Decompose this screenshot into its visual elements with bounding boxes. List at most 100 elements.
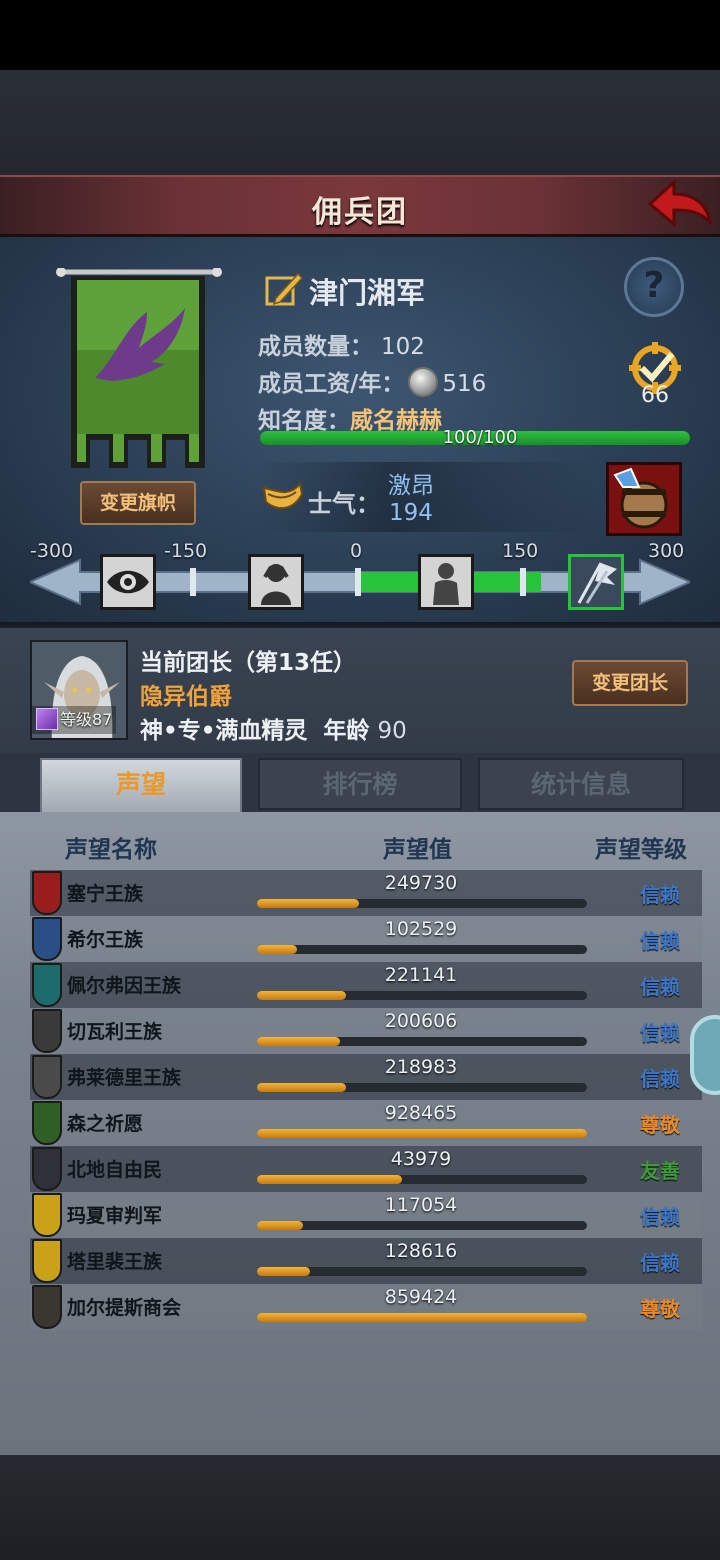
horn-icon (260, 480, 304, 516)
faction-emblem-icon (32, 1009, 62, 1053)
scale-tick-label: 0 (350, 540, 363, 562)
reputation-bar (257, 1313, 587, 1322)
reputation-bar-fill (257, 899, 360, 908)
table-row[interactable]: 北地自由民 43979 友善 (30, 1146, 702, 1192)
reputation-value: 43979 (390, 1148, 452, 1170)
reputation-bar (257, 1267, 587, 1276)
faction-emblem-icon (32, 1285, 62, 1329)
reputation-bar-fill (257, 945, 297, 954)
table-row[interactable]: 塔里裴王族 128616 信赖 (30, 1238, 702, 1284)
reputation-level: 信赖 (640, 1251, 680, 1275)
scale-tick-label: 300 (648, 540, 685, 562)
reputation-bar-fill (257, 1221, 304, 1230)
help-icon[interactable]: ? (624, 257, 684, 317)
col-header-value: 声望值 (383, 837, 452, 863)
table-row[interactable]: 加尔提斯商会 859424 尊敬 (30, 1284, 702, 1330)
leader-age-value: 90 (377, 718, 407, 744)
table-row[interactable]: 森之祈愿 928465 尊敬 (30, 1100, 702, 1146)
reputation-bar (257, 1221, 587, 1230)
reputation-bar-fill (257, 1037, 340, 1046)
reputation-bar-fill (257, 991, 347, 1000)
faction-emblem-icon (32, 1101, 62, 1145)
wage-label: 成员工资/年： (258, 371, 405, 397)
faction-name: 北地自由民 (67, 1159, 163, 1181)
reputation-level: 信赖 (640, 1021, 680, 1045)
reputation-level: 信赖 (640, 975, 680, 999)
reputation-value: 218983 (384, 1056, 458, 1078)
faction-name: 森之祈愿 (67, 1113, 144, 1135)
leader-race-age: 神•专•满血精灵 年龄 90 (140, 711, 407, 745)
col-header-level: 声望等级 (595, 837, 687, 863)
reputation-level: 尊敬 (640, 1297, 680, 1321)
silver-coin-icon (408, 367, 439, 397)
morale-scale: -300 -150 0 150 300 (30, 540, 690, 620)
reputation-value: 249730 (384, 872, 458, 894)
reputation-level: 信赖 (640, 1205, 680, 1229)
change-flag-button[interactable]: 变更旗帜 (80, 481, 196, 525)
banner-charge-icon[interactable] (568, 554, 624, 610)
faction-name: 塞宁王族 (67, 883, 144, 905)
class-gem-icon (36, 708, 58, 730)
top-dark-band (0, 70, 720, 175)
reputation-value: 200606 (384, 1010, 458, 1032)
legion-name: 津门湘军 (309, 276, 426, 310)
faction-emblem-icon (32, 917, 62, 961)
fame-progress-text: 100/100 (442, 427, 518, 448)
barrel-icon[interactable] (606, 462, 682, 536)
faction-name: 希尔王族 (67, 929, 144, 951)
reputation-value: 128616 (384, 1240, 458, 1262)
despair-figure-icon[interactable] (248, 554, 304, 610)
title-bar: 佣兵团 (0, 175, 720, 237)
reputation-bar-fill (257, 1313, 587, 1322)
members-row: 成员数量： 102 (258, 327, 425, 361)
reputation-bar (257, 1129, 587, 1138)
status-bar-area (0, 0, 720, 70)
morale-label: 士气： (308, 490, 380, 518)
faction-name: 切瓦利王族 (67, 1021, 163, 1043)
reputation-bar-fill (257, 1129, 587, 1138)
eye-icon[interactable] (100, 554, 156, 610)
edit-name-icon[interactable] (264, 270, 304, 308)
side-float-button[interactable] (690, 1015, 720, 1095)
scale-tick-label: -150 (164, 540, 208, 562)
faction-name: 佩尔弗因王族 (67, 975, 182, 997)
reputation-bar-fill (257, 1175, 403, 1184)
bottom-band (0, 1455, 720, 1560)
faction-emblem-icon (32, 1239, 62, 1283)
faction-name: 玛夏审判军 (67, 1205, 163, 1227)
faction-emblem-icon (32, 871, 62, 915)
leader-name: 隐异伯爵 (140, 684, 232, 710)
reputation-level: 信赖 (640, 883, 680, 907)
tab-statistics[interactable]: 统计信息 (478, 758, 684, 810)
reputation-bar (257, 945, 587, 954)
reputation-level: 尊敬 (640, 1113, 680, 1137)
members-value: 102 (381, 334, 425, 360)
reputation-level: 信赖 (640, 929, 680, 953)
calm-figure-icon[interactable] (418, 554, 474, 610)
reputation-bar (257, 1083, 587, 1092)
leader-heading: 当前团长（第13任） (140, 650, 357, 676)
table-row[interactable]: 弗莱德里王族 218983 信赖 (30, 1054, 702, 1100)
reputation-bar (257, 1175, 587, 1184)
reputation-value: 928465 (384, 1102, 458, 1124)
reputation-level: 信赖 (640, 1067, 680, 1091)
scale-tick-label: -300 (30, 540, 74, 562)
wage-value: 516 (442, 371, 487, 397)
table-row[interactable]: 玛夏审判军 117054 信赖 (30, 1192, 702, 1238)
reputation-bar (257, 1037, 587, 1046)
leader-age-label: 年龄 (323, 718, 370, 744)
back-arrow-icon[interactable] (646, 176, 713, 230)
table-row[interactable]: 佩尔弗因王族 221141 信赖 (30, 962, 702, 1008)
legion-flag[interactable] (55, 267, 223, 474)
change-leader-button[interactable]: 变更团长 (572, 660, 688, 706)
table-row[interactable]: 切瓦利王族 200606 信赖 (30, 1008, 702, 1054)
faction-name: 塔里裴王族 (67, 1251, 163, 1273)
table-row[interactable]: 塞宁王族 249730 信赖 (30, 870, 702, 916)
table-row[interactable]: 希尔王族 102529 信赖 (30, 916, 702, 962)
reputation-value: 859424 (384, 1286, 458, 1308)
morale-value: 194 (389, 500, 433, 526)
reputation-value: 221141 (384, 964, 458, 986)
tab-ranking[interactable]: 排行榜 (258, 758, 462, 810)
reputation-bar (257, 991, 587, 1000)
tab-reputation[interactable]: 声望 (40, 758, 242, 815)
